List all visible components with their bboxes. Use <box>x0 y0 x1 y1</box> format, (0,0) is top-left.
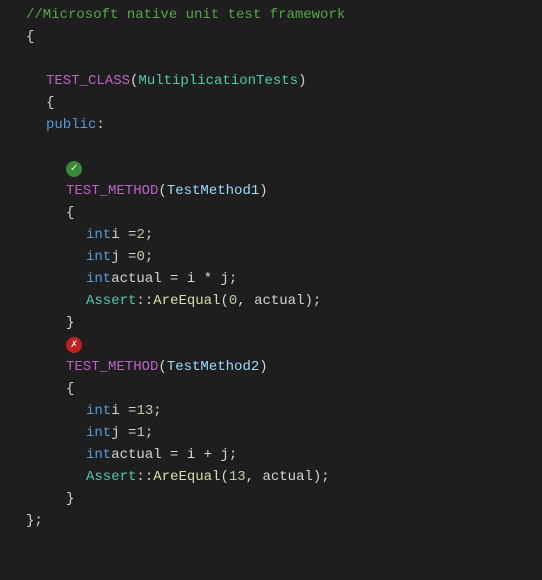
token: ) <box>259 180 267 202</box>
line-row <box>26 136 542 158</box>
token: ; <box>145 246 153 268</box>
token: MultiplicationTests <box>138 70 298 92</box>
line-row: }; <box>26 510 542 532</box>
token: Assert <box>86 466 136 488</box>
line-row: { <box>26 92 542 114</box>
token: int <box>86 422 111 444</box>
token: TEST_CLASS <box>46 70 130 92</box>
token: { <box>46 92 54 114</box>
line-row: ✗ <box>26 334 542 356</box>
line-row: } <box>26 312 542 334</box>
token: TEST_METHOD <box>66 356 158 378</box>
line-row: public: <box>26 114 542 136</box>
token: ( <box>158 356 166 378</box>
token: //Microsoft native unit test framework <box>26 4 345 26</box>
token: , actual); <box>246 466 330 488</box>
token: actual = i + j; <box>111 444 237 466</box>
token: ; <box>153 400 161 422</box>
token: 13 <box>136 400 153 422</box>
token: } <box>66 312 74 334</box>
token: 2 <box>136 224 144 246</box>
line-row: int j = 1; <box>26 422 542 444</box>
token: :: <box>136 466 153 488</box>
token: ) <box>259 356 267 378</box>
line-row: TEST_CLASS(MultiplicationTests) <box>26 70 542 92</box>
line-row: } <box>26 488 542 510</box>
line-row: Assert::AreEqual(13, actual); <box>26 466 542 488</box>
pass-badge: ✓ <box>66 161 82 177</box>
token: int <box>86 268 111 290</box>
fail-badge: ✗ <box>66 337 82 353</box>
token: :: <box>136 290 153 312</box>
line-row: int i = 2; <box>26 224 542 246</box>
line-row: int actual = i + j; <box>26 444 542 466</box>
token: int <box>86 246 111 268</box>
line-row: TEST_METHOD(TestMethod2) <box>26 356 542 378</box>
token: : <box>96 114 104 136</box>
line-row: { <box>26 26 542 48</box>
line-row <box>26 48 542 70</box>
token: ( <box>130 70 138 92</box>
token: { <box>66 378 74 400</box>
token: int <box>86 224 111 246</box>
token: { <box>66 202 74 224</box>
line-row: int j = 0; <box>26 246 542 268</box>
token: } <box>66 488 74 510</box>
code-editor: //Microsoft native unit test framework{T… <box>0 0 542 580</box>
token: }; <box>26 510 43 532</box>
token: public <box>46 114 96 136</box>
token: ; <box>145 224 153 246</box>
token: TestMethod2 <box>167 356 259 378</box>
line-row: { <box>26 202 542 224</box>
token: int <box>86 400 111 422</box>
token: ; <box>145 422 153 444</box>
token: j = <box>111 246 136 268</box>
token: actual = i * j; <box>111 268 237 290</box>
token: Assert <box>86 290 136 312</box>
line-row: int actual = i * j; <box>26 268 542 290</box>
code-area: //Microsoft native unit test framework{T… <box>10 0 542 580</box>
token: AreEqual <box>153 466 220 488</box>
line-row: Assert::AreEqual(0, actual); <box>26 290 542 312</box>
token: ( <box>220 466 228 488</box>
token: 0 <box>136 246 144 268</box>
line-row: int i = 13; <box>26 400 542 422</box>
line-row: ✓ <box>26 158 542 180</box>
token: j = <box>111 422 136 444</box>
token: AreEqual <box>153 290 220 312</box>
token: , actual); <box>237 290 321 312</box>
token: i = <box>111 400 136 422</box>
token: ( <box>158 180 166 202</box>
line-row: TEST_METHOD(TestMethod1) <box>26 180 542 202</box>
token: 13 <box>229 466 246 488</box>
token: int <box>86 444 111 466</box>
token: i = <box>111 224 136 246</box>
line-row: //Microsoft native unit test framework <box>26 4 542 26</box>
token: TEST_METHOD <box>66 180 158 202</box>
token: 1 <box>136 422 144 444</box>
token: 0 <box>229 290 237 312</box>
token: TestMethod1 <box>167 180 259 202</box>
token: { <box>26 26 34 48</box>
line-row: { <box>26 378 542 400</box>
token: ( <box>220 290 228 312</box>
token: ) <box>298 70 306 92</box>
